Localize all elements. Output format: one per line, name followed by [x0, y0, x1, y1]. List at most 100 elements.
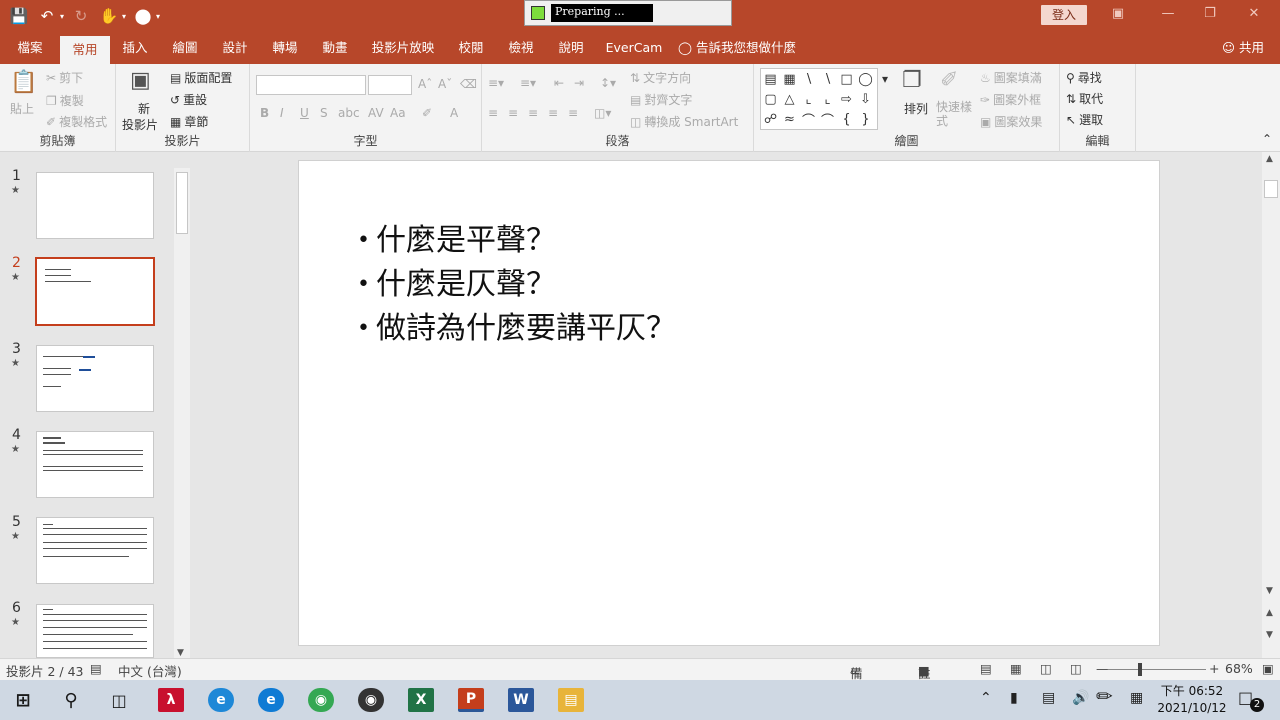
clear-formatting-icon[interactable]: ⌫ [460, 77, 477, 91]
slide-canvas[interactable]: • 什麼是平聲？ • 什麼是仄聲？ • 做詩為什麼要講平仄？ [298, 160, 1160, 646]
tab-transitions[interactable]: 轉場 [264, 32, 306, 64]
tab-review[interactable]: 校閱 [450, 32, 492, 64]
char-spacing-icon[interactable]: AV [368, 106, 384, 120]
network-icon[interactable]: ▤ [1042, 690, 1055, 706]
next-slide-icon[interactable]: ▼ [1266, 630, 1273, 640]
format-painter-button[interactable]: ✐ 複製格式 [46, 113, 107, 130]
pen-tool-icon[interactable]: ✏ [1096, 684, 1113, 708]
acrobat-icon[interactable]: λ [158, 688, 184, 712]
fit-to-window-icon[interactable]: ▣ [1262, 661, 1274, 676]
excel-icon[interactable]: X [408, 688, 434, 712]
grow-font-icon[interactable]: Aˆ [418, 77, 432, 91]
columns-icon[interactable]: ◫▾ [594, 106, 611, 120]
touch-mode-icon[interactable]: ✋ [98, 5, 120, 27]
bullet-item[interactable]: • 什麼是平聲？ [357, 219, 676, 263]
tab-file[interactable]: 檔案 [8, 32, 52, 64]
paste-button[interactable]: 貼上 [10, 100, 34, 117]
shadow-icon[interactable]: S [320, 106, 328, 120]
text-direction-button[interactable]: ⇅ 文字方向 [630, 69, 691, 86]
tab-slideshow[interactable]: 投影片放映 [366, 32, 440, 64]
language-indicator[interactable]: 中文 (台灣) [118, 661, 182, 680]
share-button[interactable]: ☺ 共用 [1222, 32, 1264, 64]
increase-indent-icon[interactable]: ⇥ [574, 76, 584, 90]
close-icon[interactable]: ✕ [1242, 6, 1266, 26]
brace-right-shape-icon[interactable]: } [856, 109, 875, 129]
maximize-icon[interactable]: ❐ [1198, 6, 1222, 26]
arc-shape-icon[interactable]: ⌒ [799, 109, 818, 129]
system-clock[interactable]: 下午 06:52 2021/10/12 [1152, 683, 1232, 717]
arrange-button[interactable]: 排列 [904, 100, 928, 117]
redo-icon[interactable]: ↻ [70, 5, 92, 27]
numbering-icon[interactable]: ≡▾ [520, 76, 536, 90]
triangle-shape-icon[interactable]: △ [780, 89, 799, 109]
elbow2-shape-icon[interactable]: ⌞ [818, 89, 837, 109]
slideshow-view-icon[interactable]: ◫ [1070, 661, 1082, 676]
slide-sorter-icon[interactable]: ▦ [1010, 661, 1022, 676]
cut-button[interactable]: ✂ 剪下 [46, 69, 83, 86]
rounded-rect-shape-icon[interactable]: ▢ [761, 89, 780, 109]
tell-me-search[interactable]: ◯ 告訴我您想做什麼 [678, 32, 802, 64]
quick-styles-button[interactable]: 快速樣式 [936, 100, 972, 128]
login-button[interactable]: 登入 [1041, 5, 1087, 25]
tab-animations[interactable]: 動畫 [314, 32, 356, 64]
collapse-ribbon-icon[interactable]: ⌃ [1262, 132, 1272, 146]
main-scroll-thumb[interactable] [1264, 180, 1278, 198]
scroll-down-icon[interactable]: ▼ [177, 648, 184, 658]
evercam-app-icon[interactable]: ◉ [358, 688, 384, 712]
normal-view-icon[interactable]: ▤ [980, 661, 992, 676]
zoom-level[interactable]: 68% [1225, 661, 1253, 676]
smartart-button[interactable]: ◫ 轉換成 SmartArt [630, 113, 738, 130]
zoom-in-icon[interactable]: + [1209, 661, 1219, 676]
shape-fill-button[interactable]: ♨ 圖案填滿 [980, 69, 1042, 86]
microphone-icon[interactable]: ▮ [1010, 690, 1018, 706]
tab-view[interactable]: 檢視 [500, 32, 542, 64]
save-icon[interactable]: 💾 [8, 5, 30, 27]
zoom-slider-thumb[interactable] [1138, 663, 1142, 676]
shrink-font-icon[interactable]: Aˇ [438, 77, 452, 91]
customize-qat-icon[interactable]: ▾ [156, 12, 160, 21]
volume-icon[interactable]: 🔊 [1072, 690, 1089, 706]
slide-thumbnail-4[interactable] [36, 431, 154, 498]
decrease-indent-icon[interactable]: ⇤ [554, 76, 564, 90]
slide-thumbnail-3[interactable] [36, 345, 154, 412]
vertical-textbox-shape-icon[interactable]: ▦ [780, 69, 799, 89]
touch-dropdown-icon[interactable]: ▾ [122, 12, 126, 21]
slide-thumbnail-6[interactable] [36, 604, 154, 658]
align-center-icon[interactable]: ≡ [508, 106, 518, 120]
scroll-up-icon[interactable]: ▲ [1266, 154, 1273, 164]
line-shape-icon[interactable]: ∖ [799, 69, 818, 89]
file-explorer-icon[interactable]: ▤ [558, 688, 584, 712]
font-size-combobox[interactable] [368, 75, 412, 95]
select-button[interactable]: ↖ 選取 [1066, 111, 1103, 128]
textbox-shape-icon[interactable]: ▤ [761, 69, 780, 89]
main-scrollbar[interactable]: ▲ ▼ ▲ ▼ [1262, 152, 1280, 658]
find-button[interactable]: ⚲ 尋找 [1066, 69, 1102, 86]
right-arrow-shape-icon[interactable]: ⇨ [837, 89, 856, 109]
thumbnails-scrollbar[interactable]: ▼ [174, 168, 190, 658]
justify-icon[interactable]: ≡ [548, 106, 558, 120]
rectangle-shape-icon[interactable]: □ [837, 69, 856, 89]
shape-effects-button[interactable]: ▣ 圖案效果 [980, 113, 1042, 130]
chrome-icon[interactable]: ◉ [308, 688, 334, 712]
tab-help[interactable]: 說明 [550, 32, 592, 64]
oval-shape-icon[interactable]: ◯ [856, 69, 875, 89]
font-color-icon[interactable]: A [450, 106, 458, 120]
tab-draw[interactable]: 繪圖 [164, 32, 206, 64]
brace-left-shape-icon[interactable]: { [837, 109, 856, 129]
gallery-scroll-icon[interactable]: ▾ [882, 72, 888, 86]
undo-dropdown-icon[interactable]: ▾ [60, 12, 64, 21]
new-slide-button[interactable]: 投影片 [122, 116, 158, 133]
powerpoint-icon[interactable]: P [458, 688, 484, 712]
bullet-item[interactable]: • 什麼是仄聲？ [357, 263, 676, 307]
section-button[interactable]: ▦ 章節 [170, 113, 208, 130]
tab-evercam[interactable]: EverCam [602, 32, 666, 64]
reset-button[interactable]: ↺ 重設 [170, 91, 207, 108]
spell-check-icon[interactable]: ▤ [90, 661, 102, 676]
down-arrow-shape-icon[interactable]: ⇩ [856, 89, 875, 109]
previous-slide-icon[interactable]: ▲ [1266, 608, 1273, 618]
font-name-combobox[interactable] [256, 75, 366, 95]
align-left-icon[interactable]: ≡ [488, 106, 498, 120]
scroll-down-icon[interactable]: ▼ [1266, 586, 1273, 596]
zoom-slider[interactable] [1108, 669, 1206, 670]
windows-start-icon[interactable]: ⊞ [10, 688, 36, 712]
